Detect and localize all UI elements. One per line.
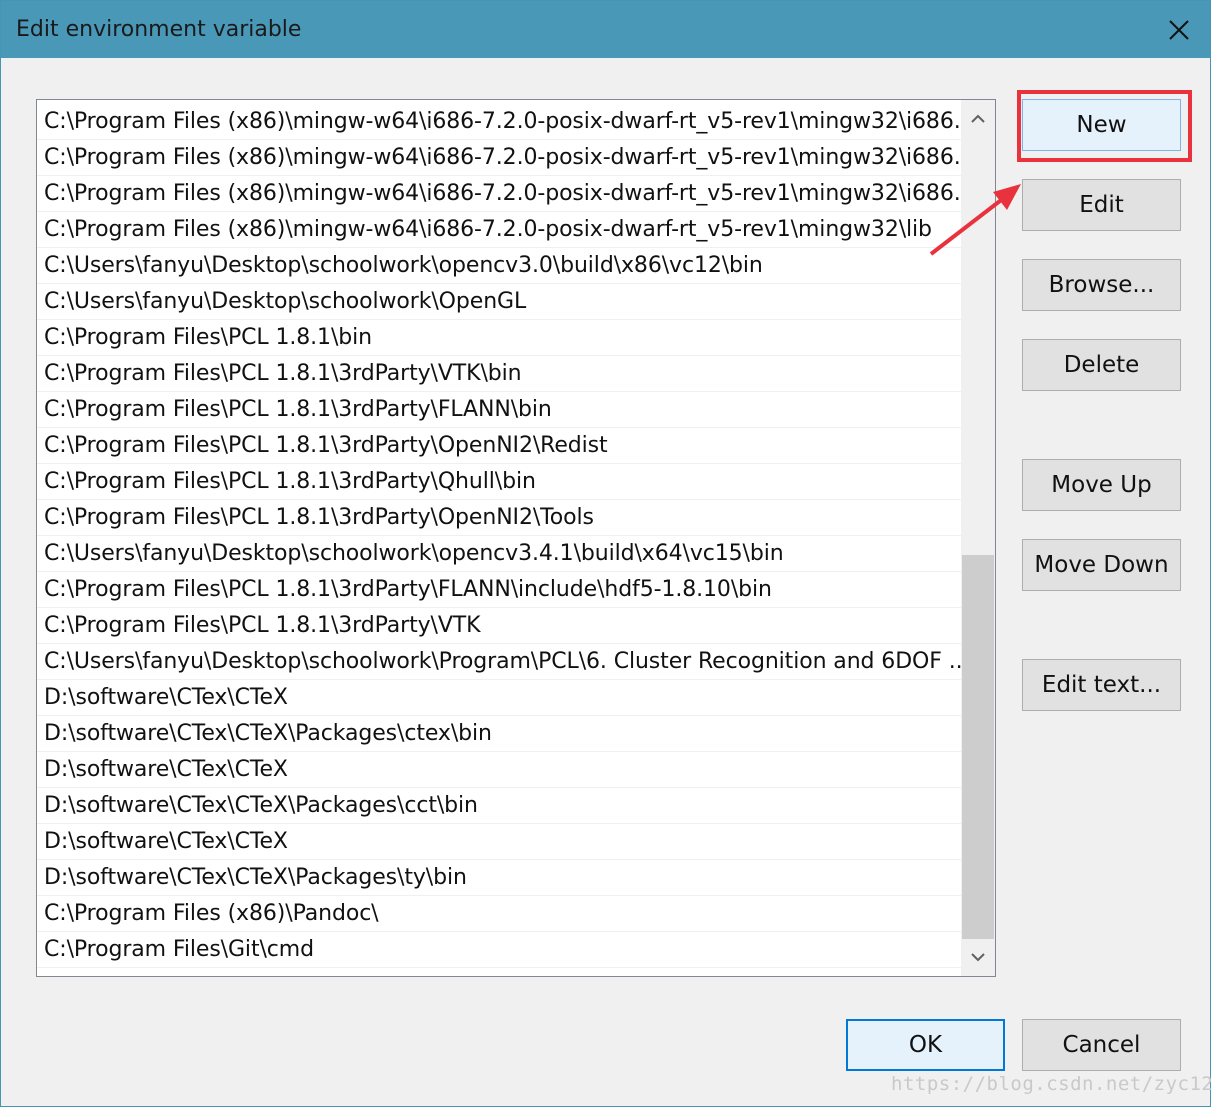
list-item[interactable]: D:\software\CTex\CTeX <box>37 680 961 716</box>
scroll-up-button[interactable] <box>961 100 995 138</box>
close-icon <box>1169 19 1189 40</box>
browse-button[interactable]: Browse... <box>1022 259 1181 311</box>
path-list[interactable]: C:\Program Files (x86)\mingw-w64\i686-7.… <box>36 99 996 977</box>
close-button[interactable] <box>1148 1 1210 58</box>
list-item[interactable]: C:\Program Files\Git\cmd <box>37 932 961 968</box>
list-item[interactable]: D:\software\CTex\CTeX\Packages\ty\bin <box>37 860 961 896</box>
list-item[interactable]: C:\Program Files\PCL 1.8.1\3rdParty\VTK <box>37 608 961 644</box>
list-item[interactable]: C:\Users\fanyu\Desktop\schoolwork\opencv… <box>37 248 961 284</box>
list-item[interactable]: C:\Program Files\PCL 1.8.1\3rdParty\Open… <box>37 428 961 464</box>
chevron-up-icon <box>971 114 985 123</box>
edit-button[interactable]: Edit <box>1022 179 1181 231</box>
dialog-title: Edit environment variable <box>16 17 302 42</box>
list-item[interactable]: C:\Program Files\PCL 1.8.1\bin <box>37 320 961 356</box>
cancel-button[interactable]: Cancel <box>1022 1019 1181 1071</box>
list-item[interactable]: C:\Program Files\PCL 1.8.1\3rdParty\Qhul… <box>37 464 961 500</box>
list-item[interactable]: D:\software\CTex\CTeX\Packages\ctex\bin <box>37 716 961 752</box>
delete-button[interactable]: Delete <box>1022 339 1181 391</box>
list-item[interactable]: C:\Program Files (x86)\mingw-w64\i686-7.… <box>37 104 961 140</box>
move-up-button[interactable]: Move Up <box>1022 459 1181 511</box>
dialog-window: Edit environment variable C:\Program Fil… <box>0 0 1211 1107</box>
scroll-down-button[interactable] <box>961 938 995 976</box>
list-item[interactable]: C:\Program Files (x86)\mingw-w64\i686-7.… <box>37 212 961 248</box>
list-item[interactable]: C:\Users\fanyu\Desktop\schoolwork\opencv… <box>37 536 961 572</box>
list-item[interactable]: C:\Program Files\PCL 1.8.1\3rdParty\FLAN… <box>37 392 961 428</box>
annotation-highlight-box <box>1017 90 1192 162</box>
ok-button[interactable]: OK <box>846 1019 1005 1071</box>
list-item[interactable]: C:\Users\fanyu\Desktop\schoolwork\Progra… <box>37 644 961 680</box>
list-item[interactable]: C:\Program Files\PCL 1.8.1\3rdParty\FLAN… <box>37 572 961 608</box>
watermark: https://blog.csdn.net/zyc121561 <box>891 1073 1211 1095</box>
list-item[interactable]: C:\Users\fanyu\Desktop\schoolwork\OpenGL <box>37 284 961 320</box>
list-item[interactable]: C:\Program Files\PCL 1.8.1\3rdParty\Open… <box>37 500 961 536</box>
scrollbar-thumb[interactable] <box>962 555 994 939</box>
move-down-button[interactable]: Move Down <box>1022 539 1181 591</box>
path-list-rows: C:\Program Files (x86)\mingw-w64\i686-7.… <box>37 104 961 968</box>
title-bar[interactable]: Edit environment variable <box>1 1 1210 58</box>
list-item[interactable]: C:\Program Files (x86)\mingw-w64\i686-7.… <box>37 176 961 212</box>
list-item[interactable]: C:\Program Files (x86)\mingw-w64\i686-7.… <box>37 140 961 176</box>
edit-text-button[interactable]: Edit text... <box>1022 659 1181 711</box>
list-item[interactable]: D:\software\CTex\CTeX <box>37 752 961 788</box>
chevron-down-icon <box>971 953 985 962</box>
list-item[interactable]: C:\Program Files\PCL 1.8.1\3rdParty\VTK\… <box>37 356 961 392</box>
list-item[interactable]: D:\software\CTex\CTeX\Packages\cct\bin <box>37 788 961 824</box>
list-item[interactable]: D:\software\CTex\CTeX <box>37 824 961 860</box>
arrow-annotation-icon <box>929 184 1021 256</box>
list-item[interactable]: C:\Program Files (x86)\Pandoc\ <box>37 896 961 932</box>
